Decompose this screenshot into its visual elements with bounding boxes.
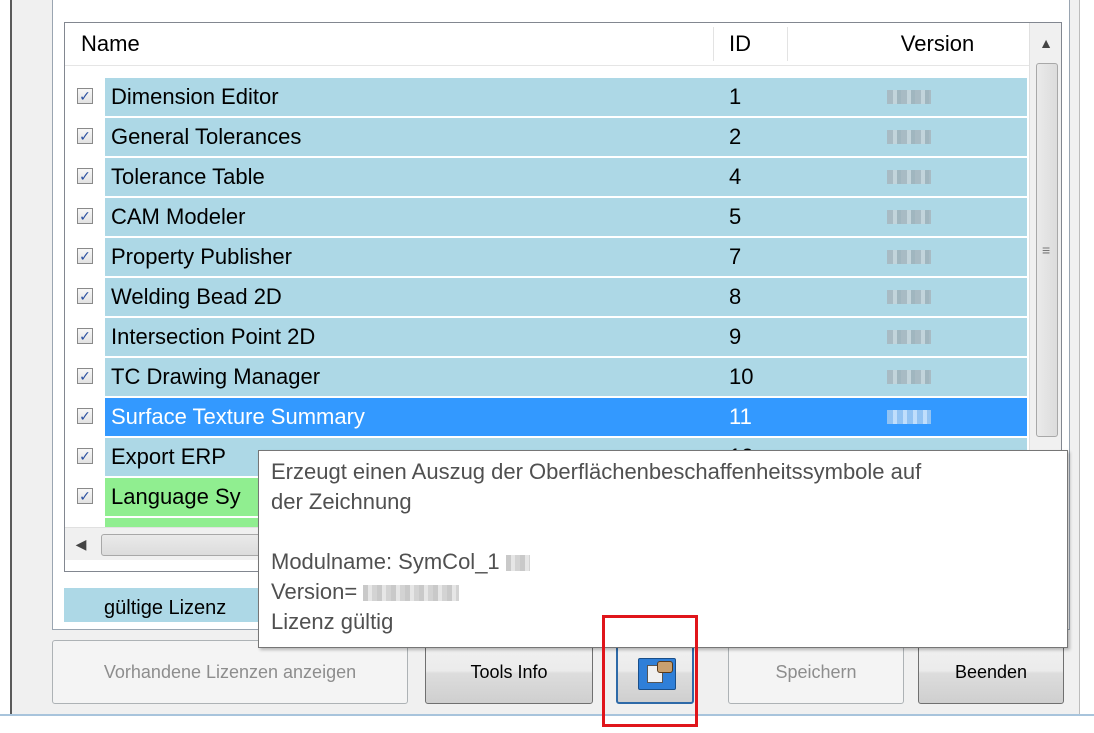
- vertical-scroll-thumb[interactable]: ≡: [1036, 63, 1058, 437]
- scroll-up-icon[interactable]: ▲: [1030, 23, 1061, 63]
- list-item[interactable]: ✓ TC Drawing Manager 10: [65, 357, 1029, 397]
- tool-name: Property Publisher: [111, 244, 292, 269]
- column-separator: [713, 27, 714, 61]
- show-licenses-button[interactable]: Vorhandene Lizenzen anzeigen: [52, 640, 408, 704]
- tool-id: 9: [729, 324, 742, 349]
- column-separator: [787, 27, 788, 61]
- list-item[interactable]: ✓ General Tolerances 2: [65, 117, 1029, 157]
- version-redacted: [887, 130, 931, 144]
- version-redacted: [887, 290, 931, 304]
- hand-icon: [657, 661, 673, 673]
- grip-icon: ≡: [1042, 242, 1051, 258]
- tool-id: 4: [729, 164, 742, 189]
- checkbox-checked-icon[interactable]: ✓: [77, 368, 93, 384]
- tool-id: 2: [729, 124, 742, 149]
- license-info-icon: [638, 658, 676, 690]
- checkbox-checked-icon[interactable]: ✓: [77, 168, 93, 184]
- tool-name: Dimension Editor: [111, 84, 279, 109]
- tooltip-modulname-label: Modulname: SymCol_1: [271, 549, 500, 574]
- list-item[interactable]: ✓ Welding Bead 2D 8: [65, 277, 1029, 317]
- tool-id: 7: [729, 244, 742, 269]
- column-header-id[interactable]: ID: [729, 23, 751, 65]
- tooltip: Erzeugt einen Auszug der Oberflächenbesc…: [258, 450, 1068, 648]
- column-header-version[interactable]: Version: [850, 23, 1025, 65]
- tool-name: Intersection Point 2D: [111, 324, 316, 349]
- checkbox-checked-icon[interactable]: ✓: [77, 208, 93, 224]
- version-redacted: [887, 330, 931, 344]
- checkbox-checked-icon[interactable]: ✓: [77, 488, 93, 504]
- tooltip-license: Lizenz gültig: [271, 609, 394, 634]
- scroll-left-icon[interactable]: ◀: [65, 528, 97, 560]
- checkbox-checked-icon[interactable]: ✓: [77, 128, 93, 144]
- redacted-text: [505, 555, 530, 572]
- tool-name: Export ERP: [111, 444, 226, 469]
- list-item[interactable]: ✓ Intersection Point 2D 9: [65, 317, 1029, 357]
- list-item[interactable]: ✓ Dimension Editor 1: [65, 77, 1029, 117]
- list-item[interactable]: ✓ CAM Modeler 5: [65, 197, 1029, 237]
- save-button[interactable]: Speichern: [728, 640, 904, 704]
- checkbox-checked-icon[interactable]: ✓: [77, 88, 93, 104]
- license-info-button[interactable]: [616, 640, 694, 704]
- redacted-text: [363, 585, 460, 602]
- window-bottom-border: [0, 714, 1094, 733]
- column-header-name[interactable]: Name: [81, 23, 140, 65]
- version-redacted: [887, 210, 931, 224]
- list-item-selected[interactable]: ✓ Surface Texture Summary 11: [65, 397, 1029, 437]
- window-right-margin: [1079, 0, 1094, 731]
- tooltip-version-label: Version=: [271, 579, 358, 604]
- exit-button[interactable]: Beenden: [918, 640, 1064, 704]
- list-item[interactable]: ✓ Property Publisher 7: [65, 237, 1029, 277]
- tool-name: Tolerance Table: [111, 164, 265, 189]
- version-redacted: [887, 410, 931, 424]
- version-redacted: [887, 170, 931, 184]
- tool-name: CAM Modeler: [111, 204, 246, 229]
- tooltip-version: Version=: [271, 577, 1067, 607]
- tool-name: Welding Bead 2D: [111, 284, 282, 309]
- tool-id: 1: [729, 84, 742, 109]
- checkbox-checked-icon[interactable]: ✓: [77, 448, 93, 464]
- tools-info-button[interactable]: Tools Info: [425, 640, 593, 704]
- tool-name: Language Sy: [111, 484, 241, 509]
- window-left-margin: [0, 0, 10, 731]
- window-border: [10, 0, 12, 731]
- checkbox-checked-icon[interactable]: ✓: [77, 408, 93, 424]
- checkbox-checked-icon[interactable]: ✓: [77, 328, 93, 344]
- dialog-window: Name ID Version ✓ Dimension Editor 1 ✓ G…: [0, 0, 1094, 733]
- checkbox-checked-icon[interactable]: ✓: [77, 248, 93, 264]
- tooltip-description-line2: der Zeichnung: [271, 489, 412, 514]
- tool-id: 8: [729, 284, 742, 309]
- checkbox-checked-icon[interactable]: ✓: [77, 288, 93, 304]
- tool-name: Surface Texture Summary: [111, 404, 365, 429]
- list-item[interactable]: ✓ Tolerance Table 4: [65, 157, 1029, 197]
- version-redacted: [887, 90, 931, 104]
- version-redacted: [887, 250, 931, 264]
- tool-id: 11: [729, 404, 752, 429]
- tooltip-modulname: Modulname: SymCol_1: [271, 547, 1067, 577]
- tool-name: TC Drawing Manager: [111, 364, 321, 389]
- tool-name: General Tolerances: [111, 124, 302, 149]
- list-header: Name ID Version: [65, 23, 1029, 66]
- tool-id: 10: [729, 364, 754, 389]
- license-status-text: gültige Lizenz: [104, 597, 227, 619]
- tooltip-description-line1: Erzeugt einen Auszug der Oberflächenbesc…: [271, 459, 922, 484]
- tooltip-spacer: [271, 517, 1067, 547]
- version-redacted: [887, 370, 931, 384]
- tool-id: 5: [729, 204, 742, 229]
